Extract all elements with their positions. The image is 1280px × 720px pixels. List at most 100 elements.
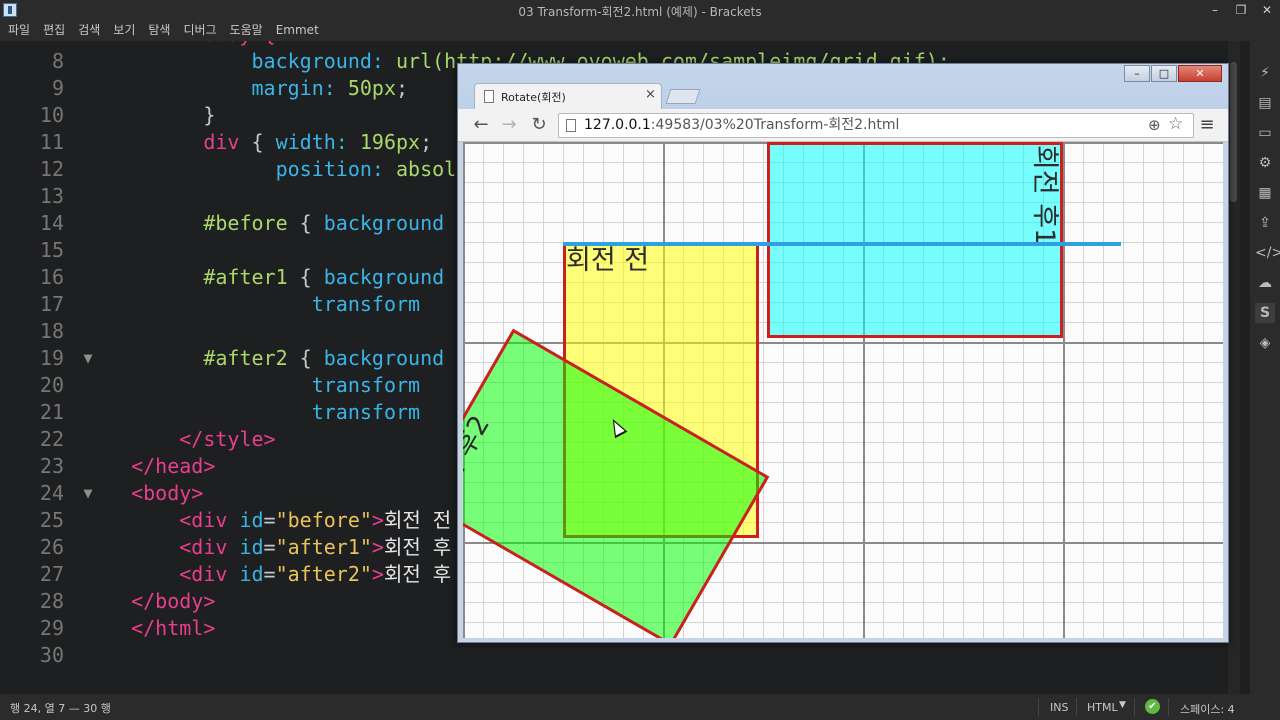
code-token: background [323,265,445,289]
upload-icon[interactable]: ⇪ [1255,213,1275,233]
chrome-maximize-button[interactable]: □ [1151,65,1177,82]
code-icon[interactable]: </> [1255,243,1280,263]
page-info-icon[interactable] [566,119,576,132]
code-text: <div id="after2">회전 후 [107,561,451,588]
line-number: 27 [39,562,64,586]
chevron-down-icon[interactable]: ▼ [1119,700,1126,710]
new-tab-button[interactable] [665,89,701,104]
fold-toggle-icon[interactable]: ▼ [80,480,96,507]
page-viewport: 회전 전 회전 후1 회전 후2 [463,142,1223,638]
maximize-button[interactable]: ❐ [1229,1,1253,19]
browser-toolbar: ← → ↻ 127.0.0.1:49583/03%20Transform-회전2… [458,109,1228,142]
code-token: } [107,103,216,127]
code-token: background [323,211,445,235]
code-text: <div id="before">회전 전 [107,507,451,534]
menu-help[interactable]: 도움말 [230,20,263,41]
code-line[interactable]: 30 [0,642,1240,669]
layers-icon[interactable]: ◈ [1255,333,1275,353]
code-token: = [263,535,276,559]
code-text: transform [107,291,420,318]
code-token: > [371,535,384,559]
forward-icon[interactable]: → [498,114,520,136]
chrome-minimize-button[interactable]: – [1124,65,1150,82]
code-token: </style> [107,427,276,451]
s-icon[interactable]: S [1255,303,1275,323]
code-line[interactable]: 7 body { [0,41,1240,48]
line-number: 24 [39,481,64,505]
menu-edit[interactable]: 편집 [43,20,65,41]
chrome-menu-icon[interactable]: ≡ [1196,114,1218,136]
url-text: 127.0.0.1:49583/03%20Transform-회전2.html [584,114,899,137]
insert-mode-toggle[interactable]: INS [1050,701,1068,714]
tab-close-icon[interactable]: × [645,87,656,102]
status-divider [1038,698,1039,716]
line-number: 11 [39,130,64,154]
code-token: 회전 전 [383,508,452,532]
code-token: id [239,535,264,559]
zoom-icon[interactable]: ⊕ [1148,114,1161,137]
chrome-window: Rotate(회전) × – □ ✕ ← → ↻ 127.0.0.1:49583… [457,63,1229,643]
code-token: <div [107,562,240,586]
line-number: 7 [0,41,64,48]
reload-icon[interactable]: ↻ [528,114,550,136]
code-token: </html> [107,616,216,640]
line-number: 9 [51,76,64,100]
checker-icon[interactable]: ▦ [1255,183,1275,203]
after1-box: 회전 후1 [767,142,1063,338]
indent-setting[interactable]: 스페이스: 4 [1180,701,1235,717]
cursor-position: 행 24, 열 7 — 30 행 [10,702,111,715]
plugin-icon[interactable]: ▭ [1255,123,1275,143]
code-text: margin: 50px; [107,75,408,102]
language-select[interactable]: HTML [1087,701,1118,714]
code-text: <body> [107,480,203,507]
minimize-button[interactable]: – [1203,1,1227,19]
address-bar[interactable]: 127.0.0.1:49583/03%20Transform-회전2.html … [558,113,1194,138]
code-token: ; [420,130,445,154]
status-bar: 행 24, 열 7 — 30 행 INS HTML ▼ ✔ 스페이스: 4 [0,694,1280,720]
back-icon[interactable]: ← [470,114,492,136]
cloud-icon[interactable]: ☁ [1255,273,1275,293]
window-title: 03 Transform-회전2.html (예제) - Brackets [518,5,762,19]
code-token: { [239,130,276,154]
extension-manager-icon[interactable]: ▤ [1255,93,1275,113]
menu-navigate[interactable]: 탐색 [148,20,170,41]
chrome-close-button[interactable]: ✕ [1178,65,1222,82]
line-number: 28 [39,589,64,613]
browser-tab[interactable]: Rotate(회전) × [474,83,662,109]
after2-label: 회전 후2 [463,410,497,513]
code-text: transform [107,372,420,399]
code-text: </head> [107,453,215,480]
line-number: 12 [39,157,64,181]
url-host: 127.0.0.1 [584,117,651,133]
code-token: > [371,508,384,532]
fold-toggle-icon[interactable]: ▼ [80,345,96,372]
debug-icon[interactable]: ⚙ [1255,153,1275,173]
menu-bar: 파일 편집 검색 보기 탐색 디버그 도움말 Emmet [0,20,1280,41]
editor-scroll-thumb[interactable] [1230,62,1237,202]
code-text: div { width: 196px; [107,129,444,156]
line-number: 26 [39,535,64,559]
code-text: #before { background [107,210,444,237]
line-number: 20 [39,373,64,397]
live-preview-icon[interactable]: ⚡ [1255,63,1275,83]
code-token: body { [107,41,275,46]
menu-view[interactable]: 보기 [113,20,135,41]
code-text: body { [107,41,275,48]
code-token: position: [107,157,396,181]
close-button[interactable]: ✕ [1255,1,1279,19]
line-number: 14 [39,211,64,235]
code-token: #after1 [107,265,288,289]
code-token: "after2" [275,562,372,586]
line-number: 8 [51,49,64,73]
code-token: margin: [107,76,348,100]
menu-find[interactable]: 검색 [78,20,100,41]
menu-emmet[interactable]: Emmet [276,20,319,41]
code-token: id [239,508,264,532]
code-token: </head> [107,454,216,478]
code-token: 196px [359,130,421,154]
menu-debug[interactable]: 디버그 [183,20,216,41]
menu-file[interactable]: 파일 [8,20,30,41]
lint-ok-icon[interactable]: ✔ [1145,699,1160,714]
bookmark-star-icon[interactable]: ☆ [1168,113,1183,136]
line-number: 19 [39,346,64,370]
